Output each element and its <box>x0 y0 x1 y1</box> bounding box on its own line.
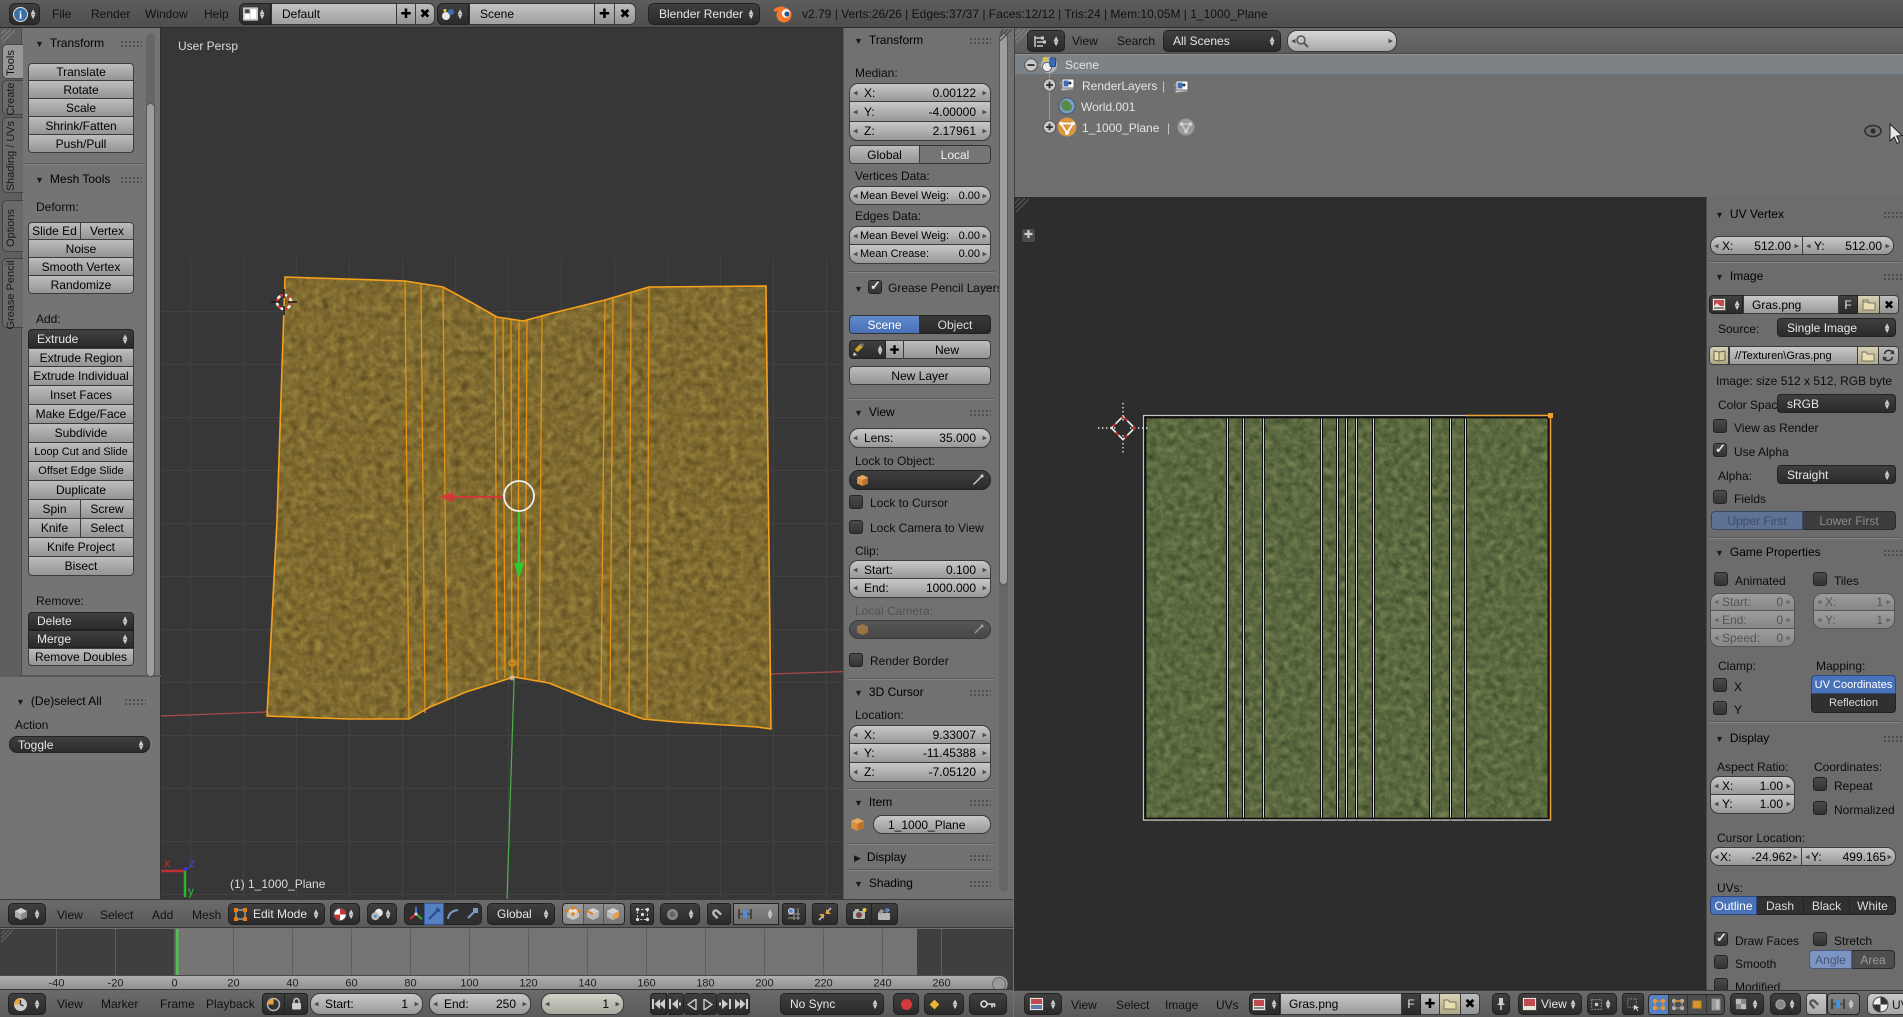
svg-text:x: x <box>164 856 170 870</box>
svg-text:200: 200 <box>755 978 773 990</box>
svg-text:240: 240 <box>873 978 891 990</box>
svg-text:100: 100 <box>460 978 478 990</box>
svg-text:Scene: Scene <box>1065 58 1099 72</box>
svg-text:|: | <box>1162 79 1165 93</box>
svg-text:20: 20 <box>227 978 239 990</box>
svg-text:180: 180 <box>696 978 714 990</box>
svg-text:120: 120 <box>519 978 537 990</box>
svg-text:i: i <box>19 9 22 21</box>
svg-text:0: 0 <box>171 978 177 990</box>
svg-text:|: | <box>1167 121 1170 135</box>
svg-text:260: 260 <box>932 978 950 990</box>
svg-text:-20: -20 <box>108 978 124 990</box>
svg-text:40: 40 <box>286 978 298 990</box>
svg-text:-40: -40 <box>49 978 65 990</box>
svg-text:1_1000_Plane: 1_1000_Plane <box>1082 121 1160 135</box>
svg-text:World.001: World.001 <box>1081 100 1136 114</box>
svg-text:220: 220 <box>814 978 832 990</box>
svg-text:60: 60 <box>345 978 357 990</box>
svg-text:y: y <box>188 884 194 898</box>
svg-text:z: z <box>189 856 195 870</box>
svg-text:80: 80 <box>404 978 416 990</box>
svg-text:140: 140 <box>578 978 596 990</box>
svg-text:RenderLayers: RenderLayers <box>1082 79 1157 93</box>
svg-text:160: 160 <box>637 978 655 990</box>
